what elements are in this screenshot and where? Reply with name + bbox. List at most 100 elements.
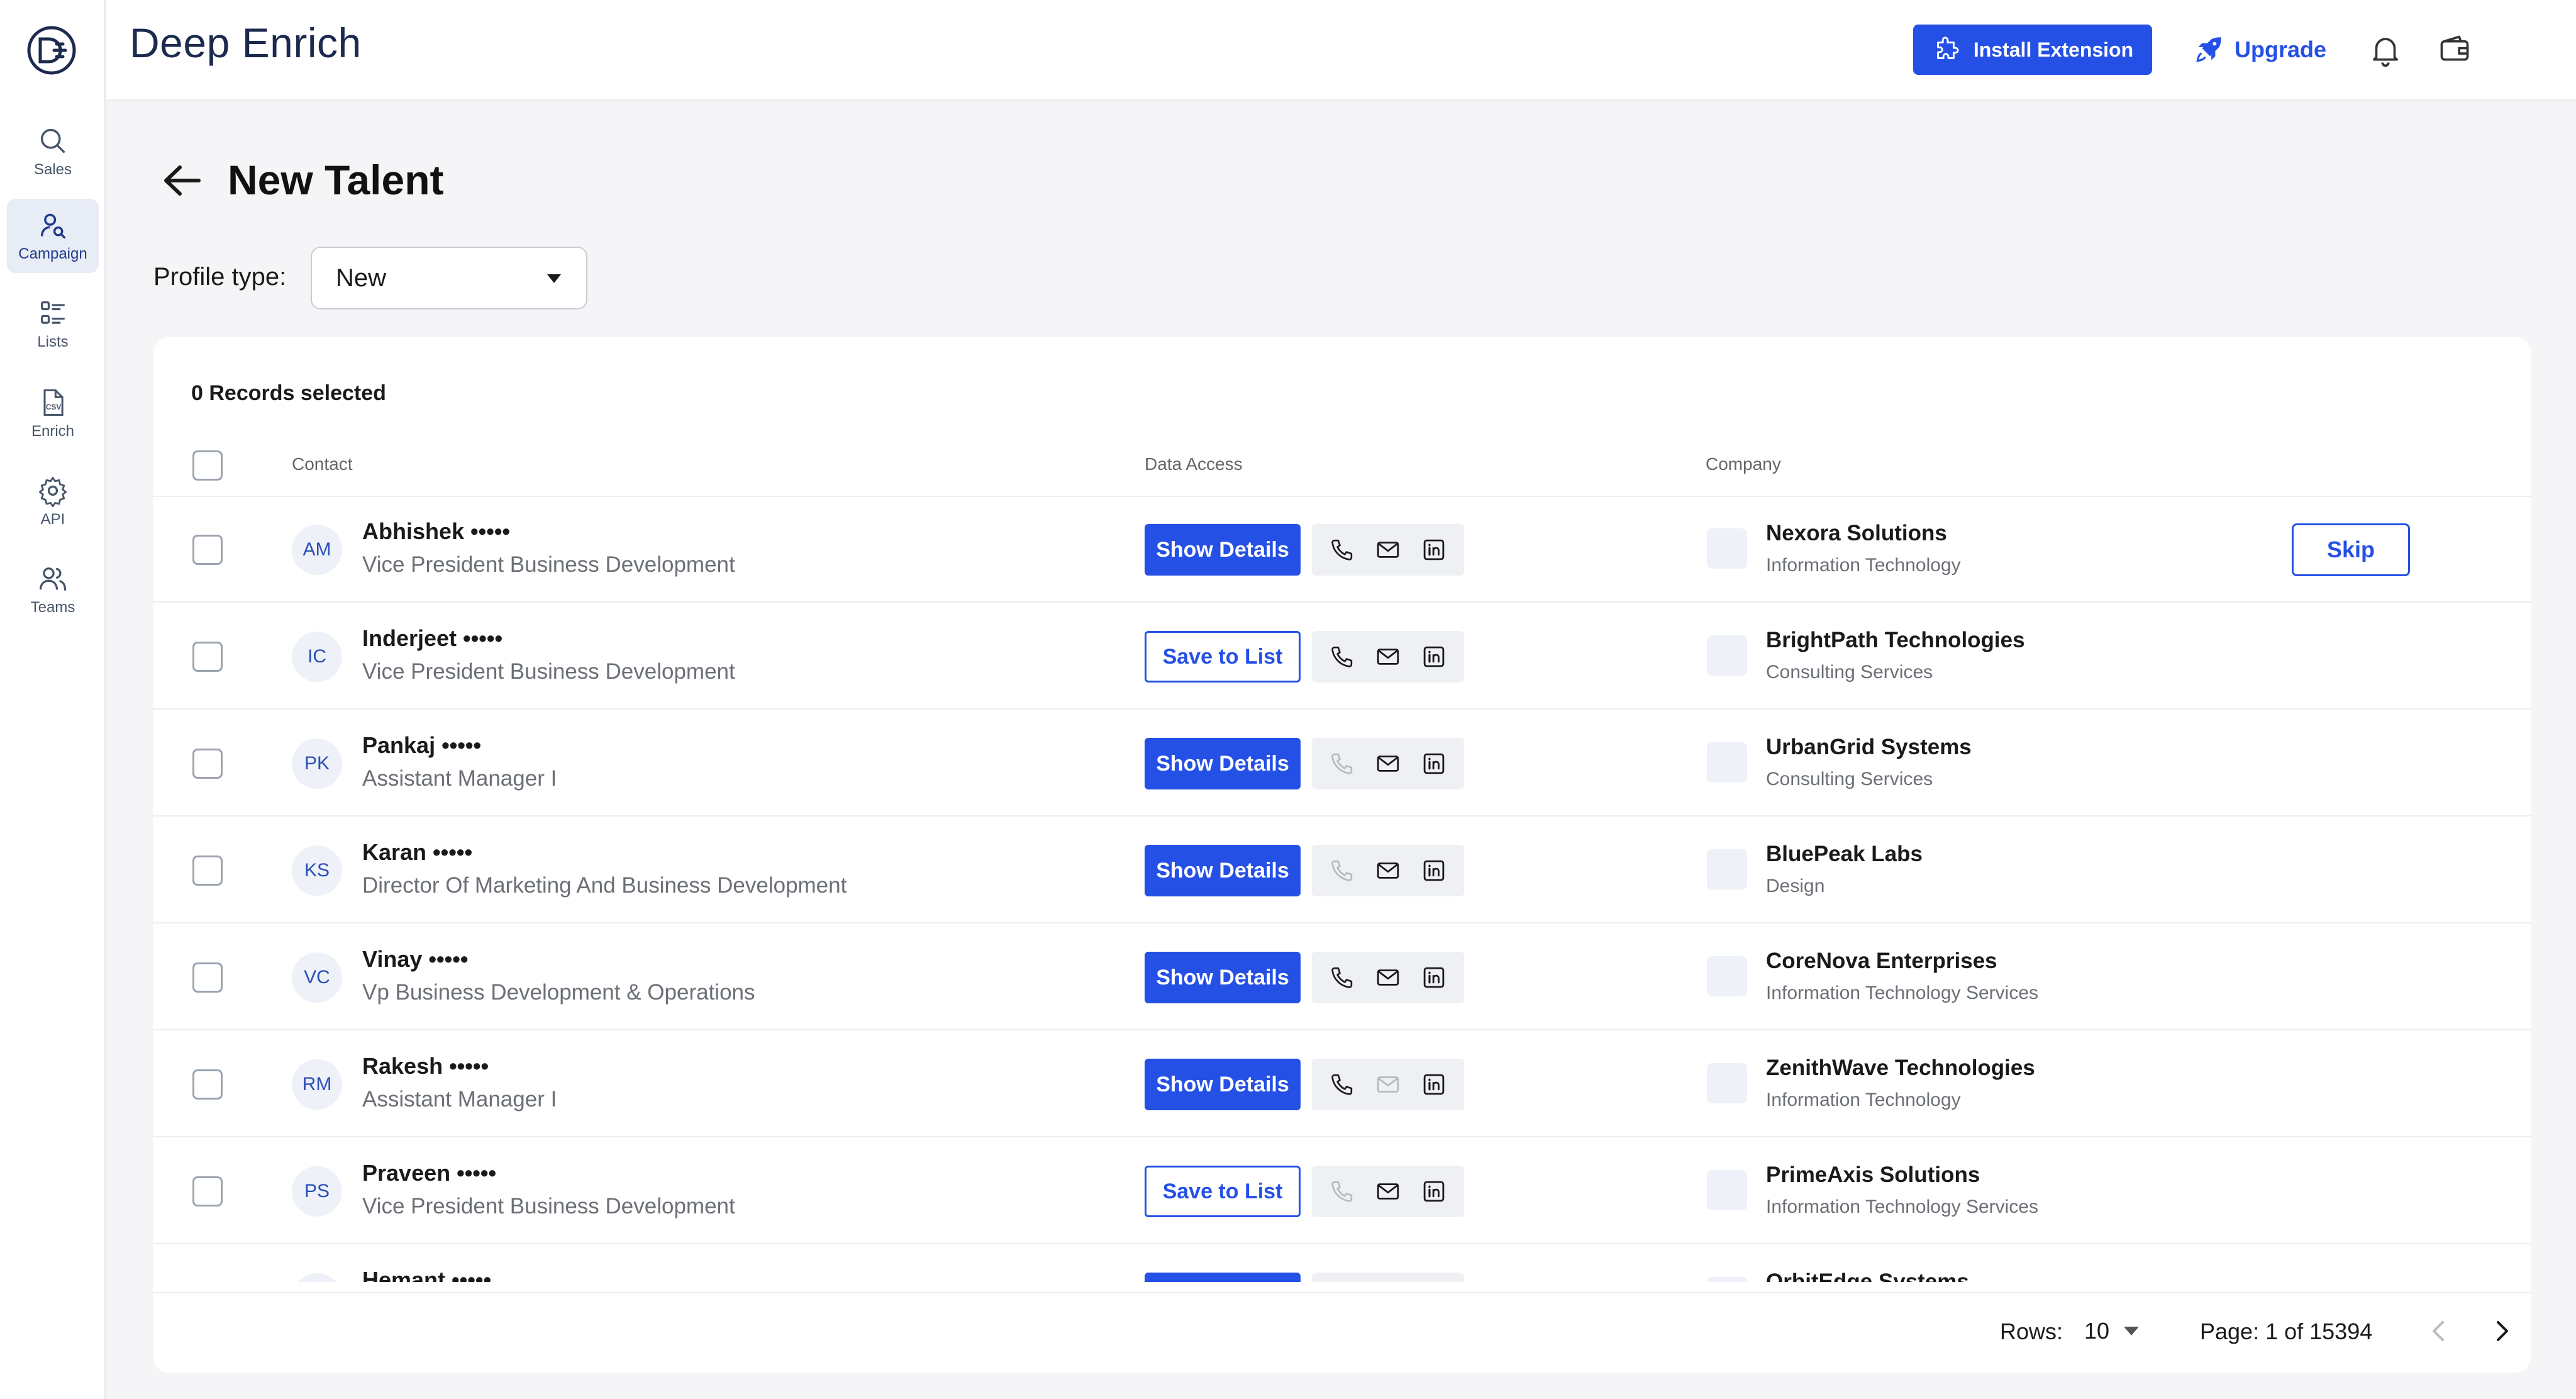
email-icon[interactable] xyxy=(1372,1176,1404,1207)
linkedin-icon[interactable] xyxy=(1418,962,1450,993)
profile-type-select[interactable]: New xyxy=(311,247,587,309)
company-name[interactable]: ZenithWave Technologies xyxy=(1766,1056,2035,1081)
data-access-icons xyxy=(1312,845,1464,896)
show-details-button[interactable]: Show Details xyxy=(1145,845,1301,896)
linkedin-icon[interactable] xyxy=(1418,641,1450,672)
email-icon[interactable] xyxy=(1372,748,1404,779)
data-access-icons xyxy=(1312,524,1464,576)
contacts-table-card: 0 Records selected Contact Data Access C… xyxy=(153,337,2531,1373)
page-title: New Talent xyxy=(228,157,444,203)
linkedin-icon[interactable] xyxy=(1418,1069,1450,1100)
sidebar-item-label: Enrich xyxy=(31,423,75,440)
csv-file-icon: CSV xyxy=(43,389,64,416)
company-name[interactable]: PrimeAxis Solutions xyxy=(1766,1162,1980,1188)
contact-title: Vice President Business Development xyxy=(362,659,735,684)
wallet-icon[interactable] xyxy=(2436,31,2473,68)
company-logo xyxy=(1707,1063,1747,1103)
contact-name[interactable]: Hemant ••••• xyxy=(362,1267,491,1282)
row-checkbox[interactable] xyxy=(192,749,223,779)
phone-icon[interactable] xyxy=(1326,748,1358,779)
sidebar-item-sales[interactable]: Sales xyxy=(7,114,99,189)
linkedin-icon[interactable] xyxy=(1418,1176,1450,1207)
contact-name[interactable]: Inderjeet ••••• xyxy=(362,625,502,652)
row-checkbox[interactable] xyxy=(192,1069,223,1100)
sidebar: Sales Campaign Lists CSV Enrich API Team… xyxy=(0,0,106,1399)
contact-title: Vice President Business Development xyxy=(362,552,735,577)
phone-icon[interactable] xyxy=(1326,1069,1358,1100)
upgrade-label: Upgrade xyxy=(2234,36,2327,62)
show-details-button[interactable]: Show Details xyxy=(1145,1059,1301,1110)
table-row: PK Pankaj ••••• Assistant Manager I Show De… xyxy=(153,711,2531,817)
contact-name[interactable]: Vinay ••••• xyxy=(362,946,468,973)
row-checkbox[interactable] xyxy=(192,1176,223,1207)
app-title: Deep Enrich xyxy=(130,20,362,66)
company-name[interactable]: BluePeak Labs xyxy=(1766,842,1923,867)
phone-icon[interactable] xyxy=(1326,962,1358,993)
rows-per-page-select[interactable]: 10 xyxy=(2084,1313,2166,1349)
show-details-button[interactable]: Show Details xyxy=(1145,1273,1301,1282)
company-name[interactable]: OrbitEdge Systems xyxy=(1766,1269,1969,1282)
contact-name[interactable]: Karan ••••• xyxy=(362,839,472,866)
email-icon[interactable] xyxy=(1372,534,1404,566)
contact-avatar: PK xyxy=(292,739,342,789)
users-icon xyxy=(39,567,67,591)
phone-icon[interactable] xyxy=(1326,641,1358,672)
bell-icon[interactable] xyxy=(2367,31,2404,68)
phone-icon[interactable] xyxy=(1326,1176,1358,1207)
next-page-button[interactable] xyxy=(2483,1312,2521,1350)
show-details-button[interactable]: Show Details xyxy=(1145,524,1301,576)
back-arrow-icon[interactable] xyxy=(161,162,203,199)
sidebar-item-label: Lists xyxy=(37,333,69,350)
sidebar-item-api[interactable]: API xyxy=(7,464,99,538)
email-icon[interactable] xyxy=(1372,641,1404,672)
company-industry: Consulting Services xyxy=(1766,769,1933,789)
show-details-button[interactable]: Show Details xyxy=(1145,952,1301,1003)
linkedin-icon[interactable] xyxy=(1418,534,1450,566)
table-row: AM Abhishek ••••• Vice President Business … xyxy=(153,497,2531,603)
contact-title: Vice President Business Development xyxy=(362,1194,735,1218)
install-extension-button[interactable]: Install Extension xyxy=(1913,25,2152,75)
company-name[interactable]: BrightPath Technologies xyxy=(1766,628,2025,653)
linkedin-icon[interactable] xyxy=(1418,855,1450,886)
email-icon[interactable] xyxy=(1372,962,1404,993)
sidebar-item-lists[interactable]: Lists xyxy=(7,287,99,361)
table-row: VC Vinay ••••• Vp Business Development & O… xyxy=(153,925,2531,1030)
contact-name[interactable]: Abhishek ••••• xyxy=(362,518,510,545)
sidebar-item-label: Teams xyxy=(30,599,75,616)
row-checkbox[interactable] xyxy=(192,642,223,672)
sidebar-item-teams[interactable]: Teams xyxy=(7,552,99,627)
user-search-icon xyxy=(40,213,66,239)
upgrade-button[interactable]: Upgrade xyxy=(2181,25,2338,75)
company-name[interactable]: Nexora Solutions xyxy=(1766,521,1947,546)
company-logo xyxy=(1707,956,1747,996)
contact-name[interactable]: Rakesh ••••• xyxy=(362,1053,489,1079)
row-checkbox[interactable] xyxy=(192,962,223,993)
sidebar-item-enrich[interactable]: CSV Enrich xyxy=(7,376,99,450)
save-to-list-button[interactable]: Save to List xyxy=(1145,1166,1301,1217)
previous-page-button[interactable] xyxy=(2420,1312,2458,1350)
email-icon[interactable] xyxy=(1372,855,1404,886)
linkedin-icon[interactable] xyxy=(1418,748,1450,779)
contact-avatar: HJ xyxy=(292,1273,342,1282)
table-row: PS Praveen ••••• Vice President Business D… xyxy=(153,1139,2531,1244)
contact-name[interactable]: Pankaj ••••• xyxy=(362,732,481,759)
phone-icon[interactable] xyxy=(1326,855,1358,886)
phone-icon[interactable] xyxy=(1326,534,1358,566)
save-to-list-button[interactable]: Save to List xyxy=(1145,631,1301,683)
search-icon xyxy=(40,128,65,153)
company-name[interactable]: CoreNova Enterprises xyxy=(1766,949,1997,974)
chevron-right-icon xyxy=(2497,1321,2508,1341)
chevron-left-icon xyxy=(2433,1321,2444,1341)
brand-logo-icon[interactable] xyxy=(26,25,77,75)
skip-button[interactable]: Skip xyxy=(2292,523,2410,576)
contact-title: Assistant Manager I xyxy=(362,1087,557,1112)
select-all-checkbox[interactable] xyxy=(192,450,223,481)
contact-name[interactable]: Praveen ••••• xyxy=(362,1160,496,1186)
row-checkbox[interactable] xyxy=(192,535,223,565)
rocket-icon xyxy=(2196,37,2221,62)
show-details-button[interactable]: Show Details xyxy=(1145,738,1301,789)
company-name[interactable]: UrbanGrid Systems xyxy=(1766,735,1972,760)
sidebar-item-campaign[interactable]: Campaign xyxy=(7,199,99,273)
email-icon[interactable] xyxy=(1372,1069,1404,1100)
row-checkbox[interactable] xyxy=(192,856,223,886)
